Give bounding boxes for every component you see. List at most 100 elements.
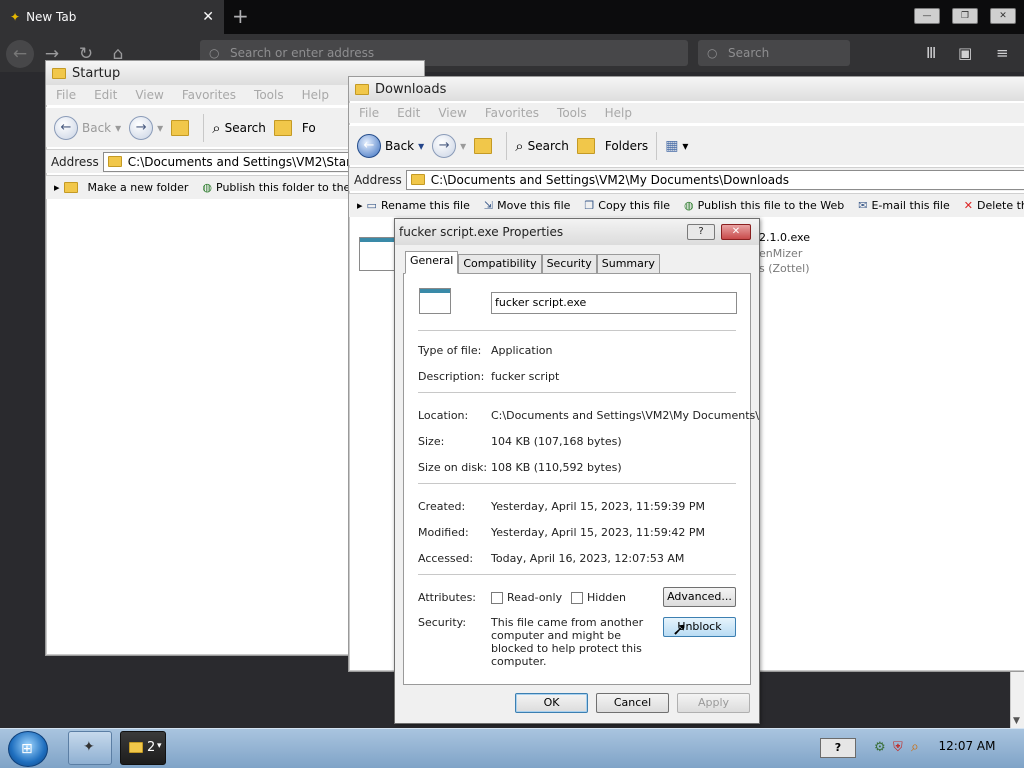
file-item-label[interactable]: 2.1.0.exe	[759, 231, 810, 244]
readonly-label: Read-only	[507, 591, 563, 604]
dialog-title-bar[interactable]: fucker script.exe Properties ? ✕	[395, 219, 759, 245]
folder-icon	[410, 174, 425, 185]
help-button[interactable]: ?	[687, 224, 715, 240]
taskbar-app-button[interactable]: ✦	[68, 731, 112, 765]
forward-button[interactable]: → ▾	[129, 115, 163, 140]
network-icon[interactable]: ⚙	[874, 740, 886, 755]
move-file-task[interactable]: ⇲ Move this file	[484, 199, 571, 212]
up-folder-icon[interactable]	[171, 119, 190, 136]
folders-button[interactable]: Fo	[273, 119, 316, 136]
firefox-tab-icon: ✦	[10, 10, 21, 24]
make-new-folder-task[interactable]: ▸ Make a new folder	[54, 181, 188, 194]
hidden-checkbox-box[interactable]	[571, 592, 583, 604]
type-value: Application	[491, 344, 553, 357]
search-button[interactable]: ⌕ Search	[515, 137, 569, 155]
publish-file-task[interactable]: ◍ Publish this file to the Web	[684, 199, 844, 212]
address-field[interactable]: C:\Documents and Settings\VM2\My Documen…	[405, 169, 1024, 190]
menu-file[interactable]: File	[359, 106, 379, 120]
menu-favorites[interactable]: Favorites	[485, 106, 539, 120]
advanced-button[interactable]: Advanced...	[663, 587, 736, 607]
back-button[interactable]: ← Back ▾	[54, 115, 121, 140]
delete-file-task[interactable]: ✕ Delete this	[964, 199, 1024, 212]
menu-help[interactable]: Help	[302, 88, 329, 102]
rename-icon: ▭	[366, 199, 377, 212]
tab-security[interactable]: Security	[541, 254, 597, 274]
window-title: Downloads	[375, 81, 447, 97]
help-tray-button[interactable]: ?	[820, 738, 856, 758]
size-on-disk-value: 108 KB (110,592 bytes)	[491, 461, 622, 474]
accessed-label: Accessed:	[418, 552, 474, 565]
cancel-button[interactable]: Cancel	[596, 693, 669, 713]
windows-logo-icon: ⊞	[21, 741, 33, 757]
dropdown-icon[interactable]: ▾	[157, 121, 163, 135]
browser-tab[interactable]: ✦ New Tab ✕	[0, 0, 224, 34]
taskbar-explorer-group[interactable]: 2 ▾	[120, 731, 166, 765]
dropdown-icon[interactable]: ▾	[460, 139, 466, 153]
downloads-title-bar[interactable]: Downloads	[349, 77, 1024, 101]
search-button[interactable]: ⌕ Search	[212, 119, 266, 137]
menu-view[interactable]: View	[135, 88, 163, 102]
file-name-field[interactable]: fucker script.exe	[491, 292, 737, 314]
folder-icon	[355, 83, 369, 95]
close-button[interactable]: ✕	[721, 224, 751, 240]
file-item-description: s (Zottel)	[759, 262, 810, 275]
tab-general[interactable]: General	[405, 251, 459, 274]
file-icon[interactable]	[359, 237, 395, 271]
forward-button[interactable]: → ▾	[432, 133, 466, 158]
close-tab-icon[interactable]: ✕	[202, 9, 214, 25]
mouse-cursor-icon: ➚	[672, 619, 688, 640]
browser-search-bar[interactable]: ○ Search	[698, 40, 850, 66]
window-title: Startup	[72, 65, 121, 81]
attributes-label: Attributes:	[418, 591, 477, 604]
restore-button[interactable]: ❐	[952, 8, 978, 24]
copy-file-task[interactable]: ❐ Copy this file	[584, 199, 670, 212]
readonly-checkbox-box[interactable]	[491, 592, 503, 604]
security-shield-icon[interactable]: ⛨	[893, 740, 903, 755]
description-value: fucker script	[491, 370, 560, 383]
task-label: E-mail this file	[871, 199, 950, 212]
menu-file[interactable]: File	[56, 88, 76, 102]
apply-button[interactable]: Apply	[677, 693, 750, 713]
search-label: Search	[224, 120, 266, 135]
email-file-task[interactable]: ✉ E-mail this file	[858, 199, 950, 212]
menu-help[interactable]: Help	[605, 106, 632, 120]
up-folder-icon[interactable]	[474, 137, 493, 154]
readonly-checkbox[interactable]: Read-only	[491, 591, 562, 604]
close-window-button[interactable]: ✕	[990, 8, 1016, 24]
views-button[interactable]: ▦ ▾	[665, 138, 688, 154]
task-label: Copy this file	[598, 199, 671, 212]
back-arrow-icon[interactable]: ←	[6, 40, 34, 68]
application-icon	[419, 288, 451, 314]
tab-compatibility[interactable]: Compatibility	[458, 254, 542, 274]
downloads-tasks-bar: ▸ ▭ Rename this file ⇲ Move this file ❐ …	[349, 193, 1024, 217]
dropdown-icon[interactable]: ▾	[418, 139, 424, 153]
minimize-button[interactable]: —	[914, 8, 940, 24]
folders-button[interactable]: Folders	[576, 137, 649, 154]
tab-summary[interactable]: Summary	[596, 254, 660, 274]
start-button[interactable]: ⊞	[8, 731, 48, 767]
clock[interactable]: 12:07 AM	[930, 739, 1004, 753]
toolbar-separator	[203, 113, 205, 142]
dropdown-icon[interactable]: ▾	[115, 121, 121, 135]
menu-edit[interactable]: Edit	[94, 88, 117, 102]
library-icon[interactable]: Ⅲ	[926, 44, 936, 62]
rename-file-task[interactable]: ▸ ▭ Rename this file	[357, 199, 470, 212]
back-button[interactable]: ← Back ▾	[357, 133, 424, 158]
downloads-toolbar: ← Back ▾ → ▾ ⌕ Search Folders ▦ ▾	[349, 125, 1024, 165]
sidebar-icon[interactable]: ▣	[958, 44, 972, 62]
menu-icon[interactable]: ≡	[996, 44, 1009, 62]
hidden-checkbox[interactable]: Hidden	[571, 591, 626, 604]
ok-button[interactable]: OK	[515, 693, 588, 713]
folders-label: Folders	[604, 138, 649, 153]
scrollbar[interactable]: ▼	[1010, 672, 1024, 728]
scroll-down-icon[interactable]: ▼	[1013, 716, 1020, 726]
menu-tools[interactable]: Tools	[254, 88, 284, 102]
menu-favorites[interactable]: Favorites	[182, 88, 236, 102]
menu-view[interactable]: View	[438, 106, 466, 120]
folder-icon	[52, 67, 66, 79]
menu-edit[interactable]: Edit	[397, 106, 420, 120]
bullet-icon: ▸	[357, 199, 363, 212]
menu-tools[interactable]: Tools	[557, 106, 587, 120]
new-tab-button[interactable]: +	[232, 4, 249, 28]
search-icon[interactable]: ⌕	[911, 739, 919, 755]
